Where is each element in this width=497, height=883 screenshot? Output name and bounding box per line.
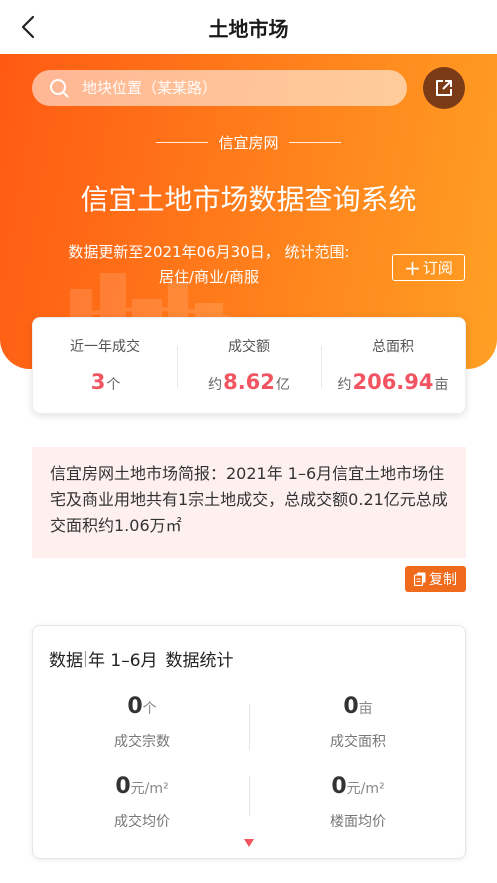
divider: [249, 704, 250, 750]
update-info-scope: 居住/商业/商服: [158, 268, 260, 286]
divider: [249, 776, 250, 816]
summary-stats-card: 近一年成交 3 个 成交额 约 8.62 亿 总面积 约 206.94 亩: [32, 317, 466, 414]
cell-value: 0元/m²: [35, 774, 249, 799]
stat-deal-area: 0亩 成交面积: [251, 694, 465, 751]
cell-unit: 亩: [358, 701, 373, 717]
stat-number: 8.62: [223, 370, 275, 394]
cell-label: 成交面积: [330, 734, 386, 750]
search-input[interactable]: [82, 79, 382, 97]
stat-total-area: 总面积 约 206.94 亩: [321, 318, 465, 413]
stat-unit: 亩: [434, 377, 449, 393]
stat-number: 3: [90, 370, 106, 394]
stat-deal-amount: 成交额 约 8.62 亿: [177, 318, 321, 413]
cell-number: 0: [127, 694, 143, 719]
nav-bar: 土地市场: [0, 0, 497, 54]
cell-number: 0: [331, 774, 347, 799]
title-period: 年 1–6月: [88, 651, 158, 671]
data-stats-card: 数据 年 1–6月 数据统计 0个 成交宗数 0亩 成交面积 0元/m² 成交均…: [32, 625, 466, 859]
plus-icon: +: [404, 255, 421, 280]
stat-avg-price: 0元/m² 成交均价: [35, 774, 249, 831]
cell-label: 楼面均价: [330, 814, 386, 830]
cell-unit: 元/m²: [346, 781, 385, 797]
stat-unit: 个: [106, 377, 121, 393]
share-icon: [436, 80, 452, 96]
copy-button[interactable]: 复制: [405, 566, 466, 592]
cell-value: 0个: [35, 694, 249, 719]
stat-unit: 亿: [275, 377, 290, 393]
brand-row: 信宜房网: [0, 132, 497, 153]
copy-icon: [414, 572, 426, 586]
cell-number: 0: [115, 774, 131, 799]
divider: [156, 142, 209, 143]
title-suffix: 数据统计: [165, 651, 234, 671]
cell-value: 0元/m²: [251, 774, 465, 799]
chevron-left-icon: [21, 15, 35, 39]
brand-name: 信宜房网: [218, 134, 279, 152]
back-button[interactable]: [14, 12, 42, 42]
copy-label: 复制: [429, 572, 457, 588]
stat-value: 约 8.62 亿: [208, 370, 290, 394]
title-prefix: 数据: [49, 651, 83, 671]
stat-floor-price: 0元/m² 楼面均价: [251, 774, 465, 831]
stat-value: 3 个: [90, 370, 121, 394]
search-icon: [48, 77, 70, 99]
subscribe-label: 订阅: [422, 259, 453, 277]
stat-annual-deals: 近一年成交 3 个: [33, 318, 177, 413]
cell-label: 成交均价: [114, 814, 170, 830]
market-report: 信宜房网土地市场简报：2021年 1–6月信宜土地市场住宅及商业用地共有1宗土地…: [32, 447, 466, 558]
data-card-title: 数据 年 1–6月 数据统计: [49, 646, 234, 671]
stat-value: 约 206.94 亩: [337, 370, 448, 394]
stat-label: 成交额: [228, 339, 270, 355]
divider: [85, 650, 86, 667]
stat-label: 总面积: [372, 339, 414, 355]
cell-unit: 元/m²: [130, 781, 169, 797]
stat-deal-count: 0个 成交宗数: [35, 694, 249, 751]
divider: [288, 142, 341, 143]
update-info: 数据更新至2021年06月30日， 统计范围: 居住/商业/商服: [34, 240, 384, 290]
expand-arrow-icon[interactable]: [243, 838, 255, 848]
page-title: 土地市场: [208, 16, 289, 41]
search-box[interactable]: [32, 70, 407, 106]
share-button[interactable]: [423, 67, 465, 109]
stat-number: 206.94: [352, 370, 434, 394]
stat-prefix: 约: [337, 377, 352, 393]
stat-prefix: 约: [208, 377, 223, 393]
update-info-line: 数据更新至2021年06月30日， 统计范围:: [68, 243, 350, 261]
hero-title: 信宜土地市场数据查询系统: [80, 183, 417, 216]
stat-label: 近一年成交: [70, 339, 140, 355]
cell-unit: 个: [142, 701, 157, 717]
cell-value: 0亩: [251, 694, 465, 719]
cell-label: 成交宗数: [114, 734, 170, 750]
cell-number: 0: [343, 694, 359, 719]
subscribe-button[interactable]: + 订阅: [392, 254, 465, 281]
